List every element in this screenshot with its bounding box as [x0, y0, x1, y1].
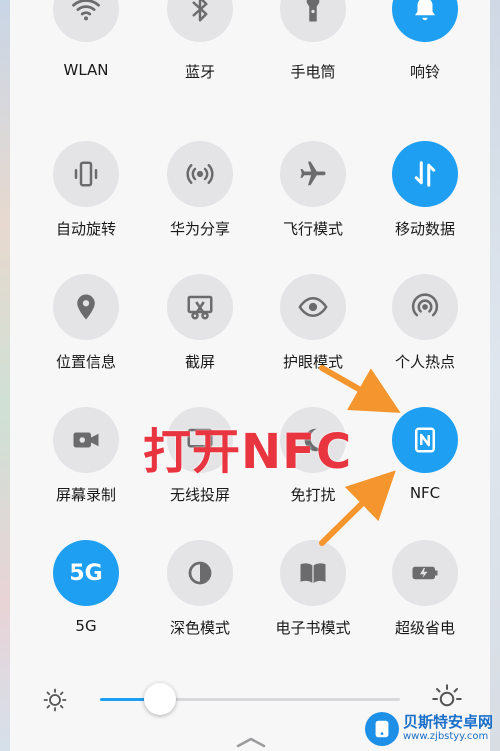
tile-label: 手电筒 — [290, 63, 336, 81]
tile-button[interactable] — [392, 274, 458, 340]
tile-label: 截屏 — [184, 353, 215, 371]
tile-button[interactable] — [392, 407, 458, 473]
wifi-icon — [72, 0, 100, 21]
tile-label: WLAN — [63, 61, 109, 79]
tile-label: 移动数据 — [394, 220, 455, 238]
hotspot-icon — [411, 293, 439, 317]
tile-bluetooth[interactable]: 蓝牙 — [145, 0, 255, 106]
airplane-icon — [300, 161, 326, 186]
watermark-url: www.zjbstyy.com — [403, 731, 489, 742]
tile-button[interactable] — [280, 274, 346, 340]
tile-button[interactable] — [280, 141, 346, 207]
tile-button[interactable] — [392, 0, 458, 42]
mobile-data-icon — [414, 161, 436, 187]
watermark: 贝斯特安卓网 www.zjbstyy.com — [365, 706, 500, 751]
tile-button[interactable] — [280, 0, 346, 42]
tile-label: 个人热点 — [394, 353, 455, 371]
tile-label: 5G — [75, 617, 97, 635]
tile-button[interactable] — [167, 540, 233, 606]
tile-label: 护眼模式 — [282, 353, 343, 371]
ebook-icon — [300, 563, 326, 583]
tile-label: 深色模式 — [169, 619, 230, 637]
annotation-text: 打开NFC — [143, 424, 353, 480]
tile-label: 无线投屏 — [169, 486, 230, 504]
tile-button[interactable] — [53, 141, 119, 207]
tile-5g[interactable]: 5G 5G — [31, 532, 141, 662]
location-icon — [77, 294, 95, 320]
tile-hotspot[interactable]: 个人热点 — [370, 266, 480, 396]
eye-icon — [298, 296, 328, 318]
tile-button[interactable] — [392, 540, 458, 606]
tile-label: 自动旋转 — [55, 220, 116, 238]
bluetooth-icon — [192, 0, 208, 22]
tile-label: NFC — [409, 484, 441, 502]
tile-button[interactable] — [167, 274, 233, 340]
tile-screenshot[interactable]: 截屏 — [145, 266, 255, 396]
tile-bell[interactable]: 响铃 — [370, 0, 480, 106]
tile-button[interactable] — [53, 407, 119, 473]
tile-flashlight[interactable]: 手电筒 — [258, 0, 368, 106]
tile-button[interactable] — [167, 141, 233, 207]
tile-dark-mode[interactable]: 深色模式 — [145, 532, 255, 662]
tile-airplane[interactable]: 飞行模式 — [258, 133, 368, 263]
tile-label: 位置信息 — [55, 353, 116, 371]
tile-label: 屏幕录制 — [55, 486, 116, 504]
bell-icon — [415, 0, 435, 21]
dark-mode-icon — [188, 561, 212, 585]
tile-wifi[interactable]: WLAN — [31, 0, 141, 106]
tile-label: 飞行模式 — [282, 220, 343, 238]
auto-rotate-icon — [74, 161, 98, 187]
nfc-icon — [415, 427, 435, 453]
5g-icon: 5G — [69, 560, 103, 586]
tile-power-saving[interactable]: 超级省电 — [370, 532, 480, 662]
tile-auto-rotate[interactable]: 自动旋转 — [31, 133, 141, 263]
huawei-share-icon — [186, 164, 214, 184]
tile-label: 蓝牙 — [184, 63, 215, 81]
screenshot-icon — [187, 295, 213, 320]
flashlight-icon — [306, 0, 320, 22]
tile-label: 免打扰 — [290, 486, 336, 504]
tile-nfc[interactable]: NFC — [370, 399, 480, 529]
power-saving-icon — [412, 566, 438, 580]
tile-screen-record[interactable]: 屏幕录制 — [31, 399, 141, 529]
tile-label: 华为分享 — [169, 220, 230, 238]
tile-ebook[interactable]: 电子书模式 — [258, 532, 368, 662]
tile-button[interactable]: 5G — [53, 540, 119, 606]
brightness-slider-thumb[interactable] — [144, 683, 176, 715]
brightness-low-icon — [43, 688, 67, 712]
watermark-logo-icon — [365, 711, 399, 746]
tile-button[interactable] — [280, 540, 346, 606]
wallpaper-edge-left — [0, 0, 10, 751]
tile-mobile-data[interactable]: 移动数据 — [370, 133, 480, 263]
tile-label: 响铃 — [409, 63, 440, 81]
tile-huawei-share[interactable]: 华为分享 — [145, 133, 255, 263]
tile-label: 超级省电 — [394, 619, 455, 637]
tile-location[interactable]: 位置信息 — [31, 266, 141, 396]
tile-label: 电子书模式 — [275, 619, 351, 637]
chevron-up-icon[interactable] — [236, 736, 266, 748]
tile-button[interactable] — [53, 274, 119, 340]
tile-button[interactable] — [392, 141, 458, 207]
tile-button[interactable] — [167, 0, 233, 42]
wallpaper-edge-right — [490, 0, 500, 751]
screen-record-icon — [73, 432, 99, 448]
tile-eye[interactable]: 护眼模式 — [258, 266, 368, 396]
tile-button[interactable] — [53, 0, 119, 42]
watermark-title: 贝斯特安卓网 — [403, 713, 494, 731]
